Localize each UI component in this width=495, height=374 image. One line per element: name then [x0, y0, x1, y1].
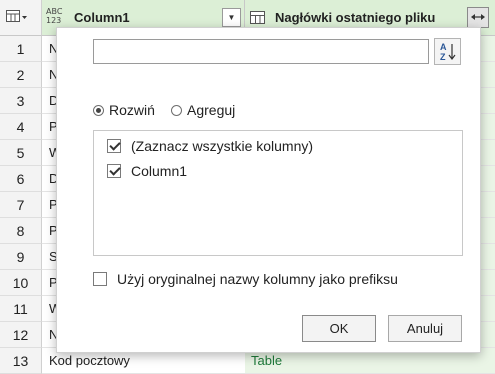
type-any-icon: ABC 123	[46, 7, 62, 25]
column-option[interactable]: Column1	[107, 162, 187, 180]
row-number[interactable]: 5	[0, 140, 42, 166]
svg-text:Z: Z	[440, 52, 446, 62]
type-icon-123: 123	[46, 16, 62, 25]
select-all-columns-option[interactable]: (Zaznacz wszystkie kolumny)	[107, 137, 313, 155]
aggregate-radio-label: Agreguj	[187, 102, 236, 118]
row-number[interactable]: 3	[0, 88, 42, 114]
svg-text:A: A	[440, 42, 447, 52]
aggregate-radio[interactable]	[171, 104, 182, 116]
mode-aggregate-option[interactable]: Agreguj	[171, 101, 235, 119]
table-type-icon	[250, 11, 265, 24]
row-number[interactable]: 4	[0, 114, 42, 140]
columns-list: (Zaznacz wszystkie kolumny) Column1	[93, 130, 463, 256]
column-search-input[interactable]	[93, 39, 429, 64]
row-number[interactable]: 13	[0, 348, 42, 374]
row-number[interactable]: 11	[0, 296, 42, 322]
row-number[interactable]: 1	[0, 36, 42, 62]
column1-checkbox[interactable]	[107, 164, 121, 178]
use-prefix-option[interactable]: Użyj oryginalnej nazwy kolumny jako pref…	[93, 270, 398, 288]
type-icon-abc: ABC	[46, 7, 63, 16]
column1-filter-button[interactable]: ▼	[222, 8, 241, 27]
table-icon	[6, 10, 27, 22]
expand-radio-label: Rozwiń	[109, 102, 155, 118]
column1-option-label: Column1	[131, 163, 188, 179]
row-number[interactable]: 12	[0, 322, 42, 348]
row-number[interactable]: 2	[0, 62, 42, 88]
expand-arrows-icon	[471, 14, 485, 20]
use-prefix-label: Użyj oryginalnej nazwy kolumny jako pref…	[117, 271, 398, 287]
column2-title: Nagłówki ostatniego pliku	[275, 10, 436, 25]
use-prefix-checkbox[interactable]	[93, 272, 107, 286]
row-number[interactable]: 6	[0, 166, 42, 192]
mode-expand-option[interactable]: Rozwiń	[93, 101, 155, 119]
expand-column-button[interactable]	[467, 7, 489, 28]
row-number[interactable]: 7	[0, 192, 42, 218]
row-number[interactable]: 8	[0, 218, 42, 244]
sort-az-icon: A Z	[440, 42, 456, 62]
select-all-label: (Zaznacz wszystkie kolumny)	[131, 138, 314, 154]
row-number[interactable]: 10	[0, 270, 42, 296]
row-number[interactable]: 9	[0, 244, 42, 270]
chevron-down-icon: ▼	[227, 13, 236, 22]
select-all-checkbox[interactable]	[107, 139, 121, 153]
column1-title: Column1	[74, 10, 130, 25]
cancel-button[interactable]: Anuluj	[388, 315, 462, 342]
sort-az-button[interactable]: A Z	[434, 38, 461, 65]
table-options-button[interactable]	[0, 0, 42, 36]
ok-button[interactable]: OK	[302, 315, 376, 342]
expand-radio[interactable]	[93, 104, 104, 116]
expand-column-dialog: A Z Rozwiń Agreguj (Zaznacz wszystkie ko…	[56, 27, 481, 353]
